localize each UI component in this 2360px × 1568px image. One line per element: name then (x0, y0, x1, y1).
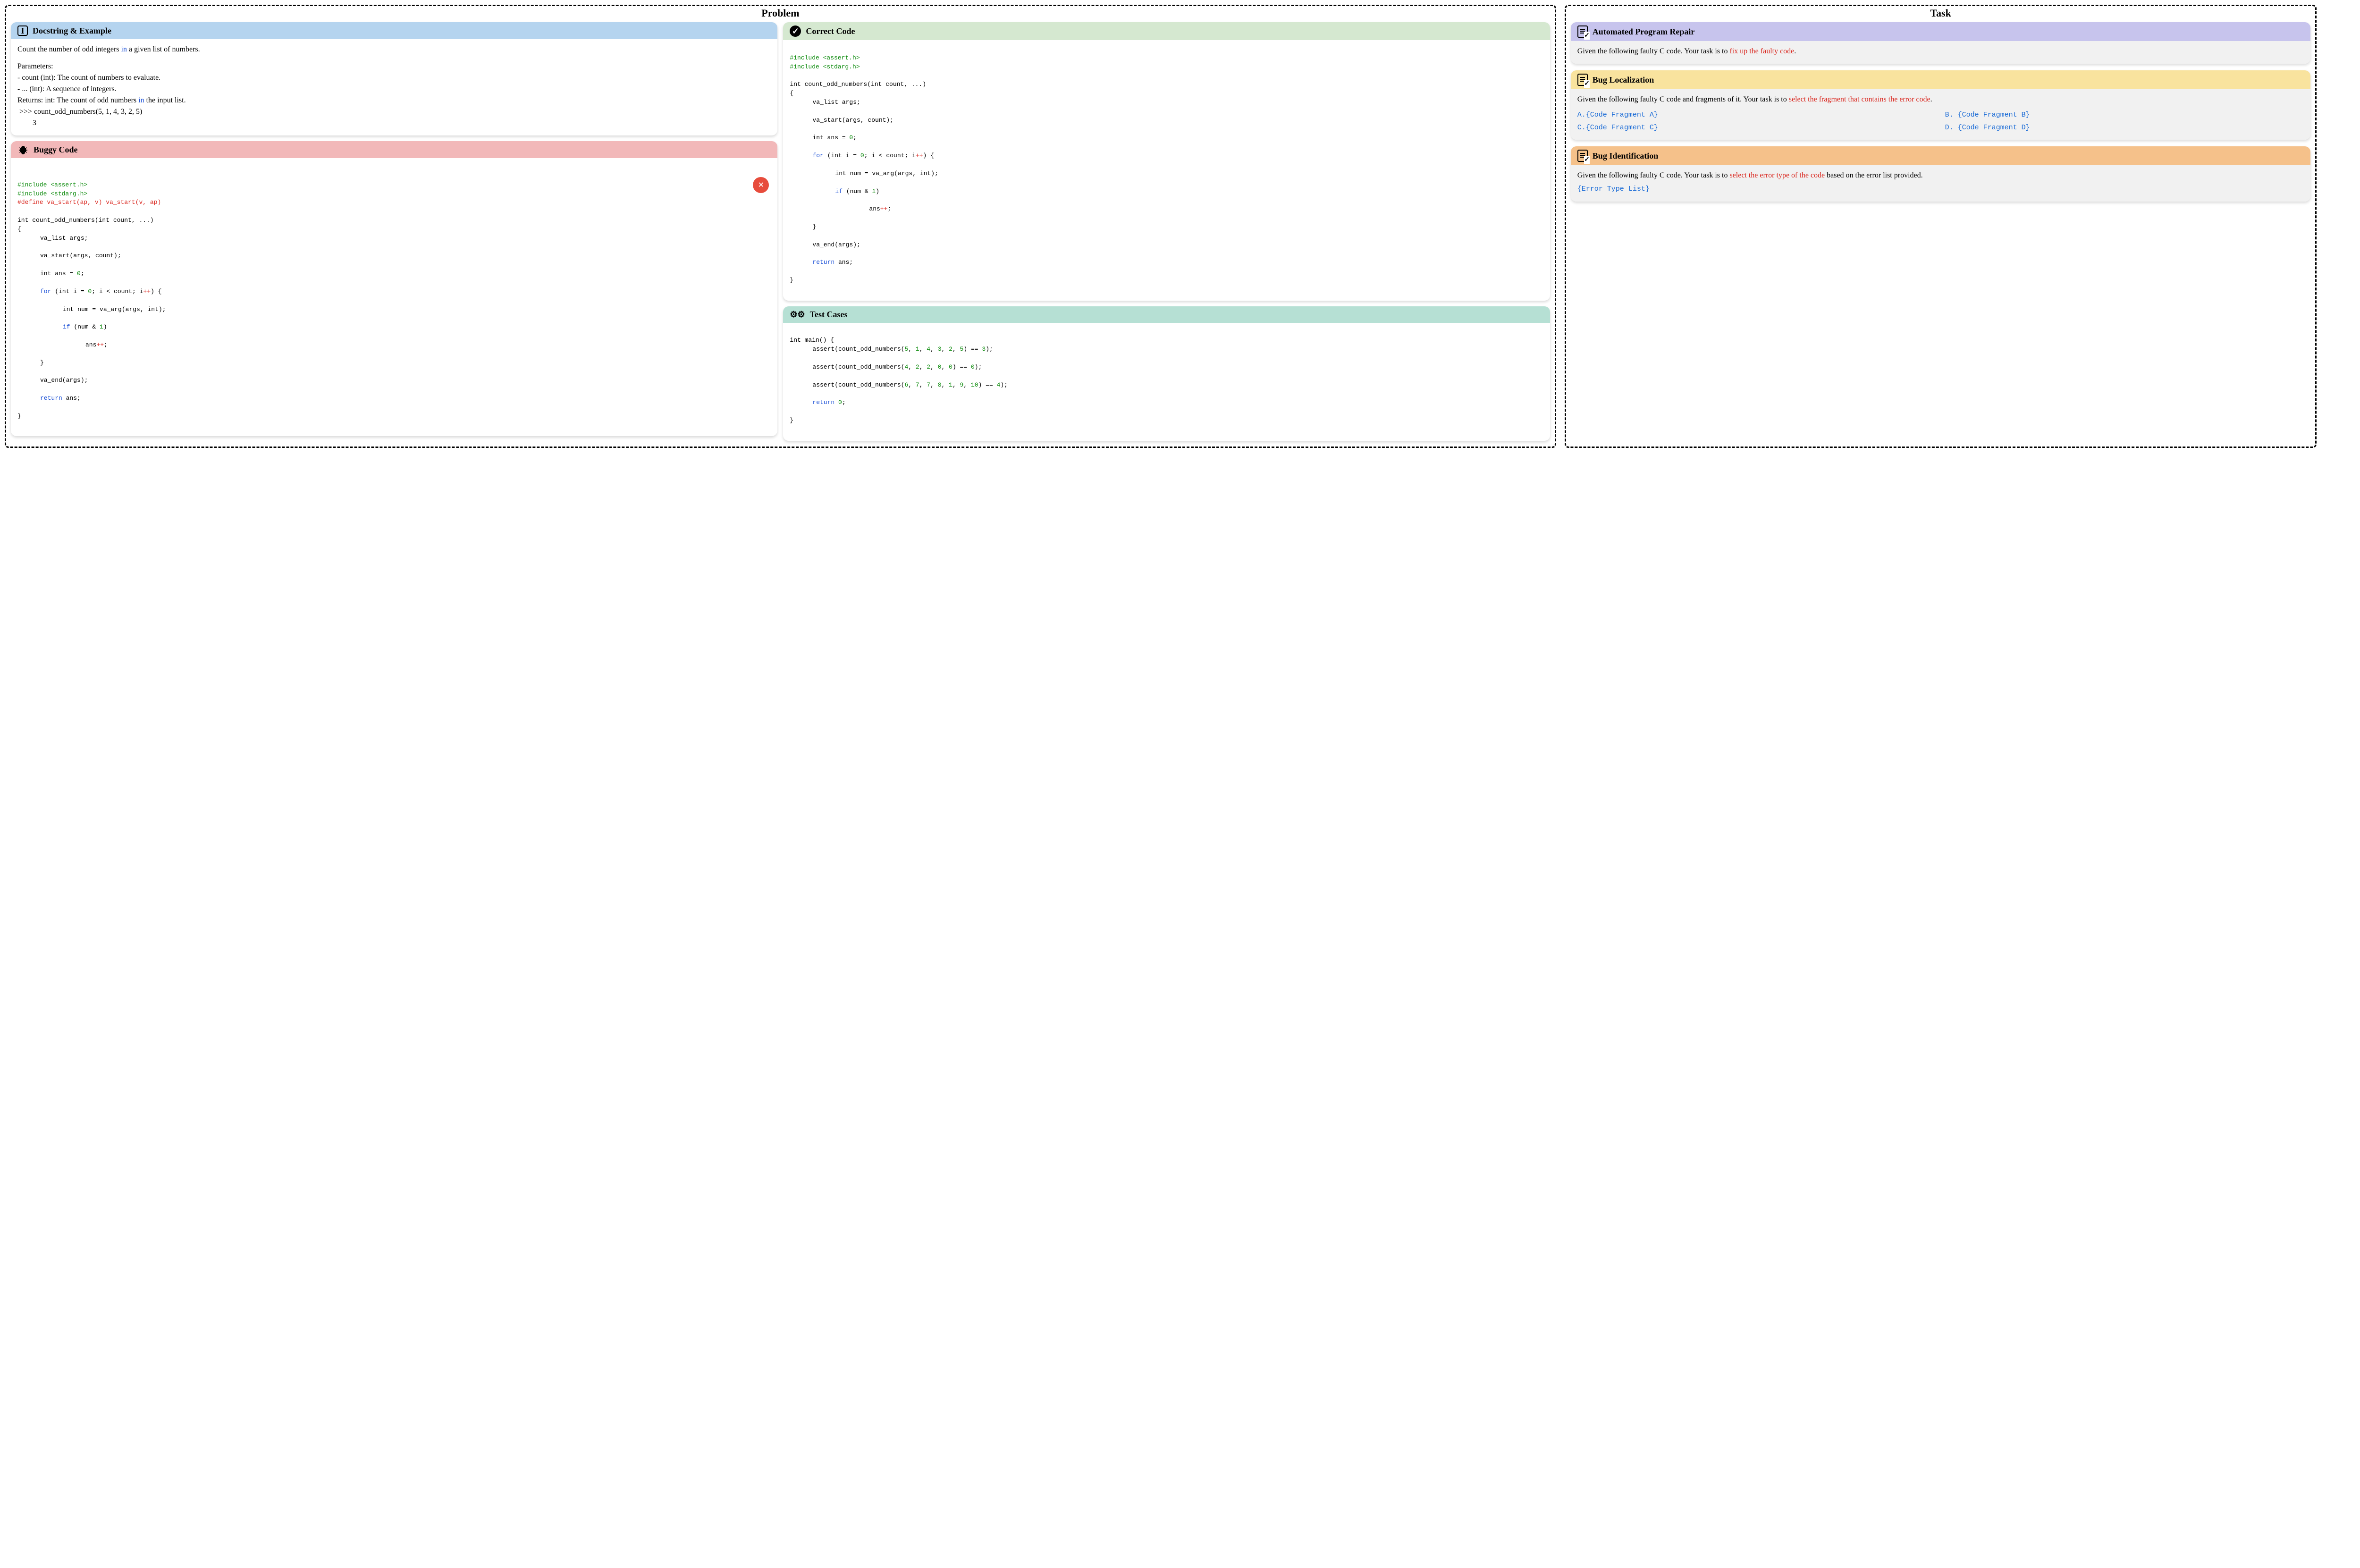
correct-code-card: ✓ Correct Code #include <assert.h> #incl… (783, 22, 1550, 301)
buggy-code-card: Buggy Code ✕ #include <assert.h> #includ… (11, 141, 777, 436)
docstring-param-2: - ... (int): A sequence of integers. (17, 84, 771, 95)
document-check-icon (1577, 150, 1588, 162)
correct-code-header: ✓ Correct Code (783, 22, 1550, 40)
task-identification-card: Bug Identification Given the following f… (1571, 146, 2311, 202)
info-icon: I (17, 25, 28, 36)
docstring-body: Count the number of odd integers in a gi… (11, 39, 777, 135)
task-apr-card: Automated Program Repair Given the follo… (1571, 22, 2311, 64)
problem-right-column: ✓ Correct Code #include <assert.h> #incl… (783, 22, 1550, 441)
bug-icon (17, 144, 29, 155)
problem-panel: Problem I Docstring & Example Count the … (5, 5, 1556, 448)
fragment-option-b: B. {Code Fragment B} (1945, 110, 2304, 121)
fragment-option-c: C.{Code Fragment C} (1577, 123, 1937, 134)
problem-left-column: I Docstring & Example Count the number o… (11, 22, 777, 441)
task-localization-body: Given the following faulty C code and fr… (1571, 89, 2311, 140)
fragment-options: A.{Code Fragment A} B. {Code Fragment B}… (1577, 110, 2304, 133)
task-localization-title: Bug Localization (1593, 75, 1654, 85)
fragment-option-a: A.{Code Fragment A} (1577, 110, 1937, 121)
error-type-list: {Error Type List} (1577, 184, 2304, 195)
test-cases-header: ⚙⚙ Test Cases (783, 306, 1550, 323)
docstring-example-call: >>> count_odd_numbers(5, 1, 4, 3, 2, 5) (17, 106, 771, 118)
document-check-icon (1577, 74, 1588, 86)
docstring-card: I Docstring & Example Count the number o… (11, 22, 777, 135)
error-badge-icon: ✕ (753, 177, 769, 193)
docstring-example-output: 3 (17, 118, 771, 129)
correct-code-title: Correct Code (806, 26, 855, 36)
check-circle-icon: ✓ (790, 25, 801, 37)
buggy-code-title: Buggy Code (34, 145, 78, 155)
test-cases-title: Test Cases (810, 310, 848, 320)
task-identification-header: Bug Identification (1571, 146, 2311, 165)
task-panel: Task Automated Program Repair Given the … (1565, 5, 2317, 448)
docstring-line-1: Count the number of odd integers in a gi… (17, 44, 771, 55)
buggy-code-body: ✕ #include <assert.h> #include <stdarg.h… (11, 158, 777, 436)
task-localization-header: Bug Localization (1571, 70, 2311, 89)
docstring-param-1: - count (int): The count of numbers to e… (17, 72, 771, 84)
docstring-returns: Returns: int: The count of odd numbers i… (17, 95, 771, 106)
task-identification-title: Bug Identification (1593, 151, 1659, 161)
task-identification-body: Given the following faulty C code. Your … (1571, 165, 2311, 202)
gears-icon: ⚙⚙ (790, 310, 805, 320)
test-cases-card: ⚙⚙ Test Cases int main() { assert(count_… (783, 306, 1550, 441)
task-apr-header: Automated Program Repair (1571, 22, 2311, 41)
docstring-title: Docstring & Example (33, 26, 111, 36)
task-panel-title: Task (1930, 7, 1951, 19)
buggy-code-header: Buggy Code (11, 141, 777, 158)
document-check-icon (1577, 25, 1588, 38)
task-localization-card: Bug Localization Given the following fau… (1571, 70, 2311, 140)
correct-code-body: #include <assert.h> #include <stdarg.h> … (783, 40, 1550, 301)
fragment-option-d: D. {Code Fragment D} (1945, 123, 2304, 134)
docstring-params-label: Parameters: (17, 61, 771, 72)
task-apr-title: Automated Program Repair (1593, 27, 1695, 37)
task-apr-body: Given the following faulty C code. Your … (1571, 41, 2311, 64)
page-root: Problem I Docstring & Example Count the … (5, 5, 2355, 448)
test-cases-body: int main() { assert(count_odd_numbers(5,… (783, 323, 1550, 441)
docstring-header: I Docstring & Example (11, 22, 777, 39)
problem-panel-title: Problem (761, 7, 799, 19)
